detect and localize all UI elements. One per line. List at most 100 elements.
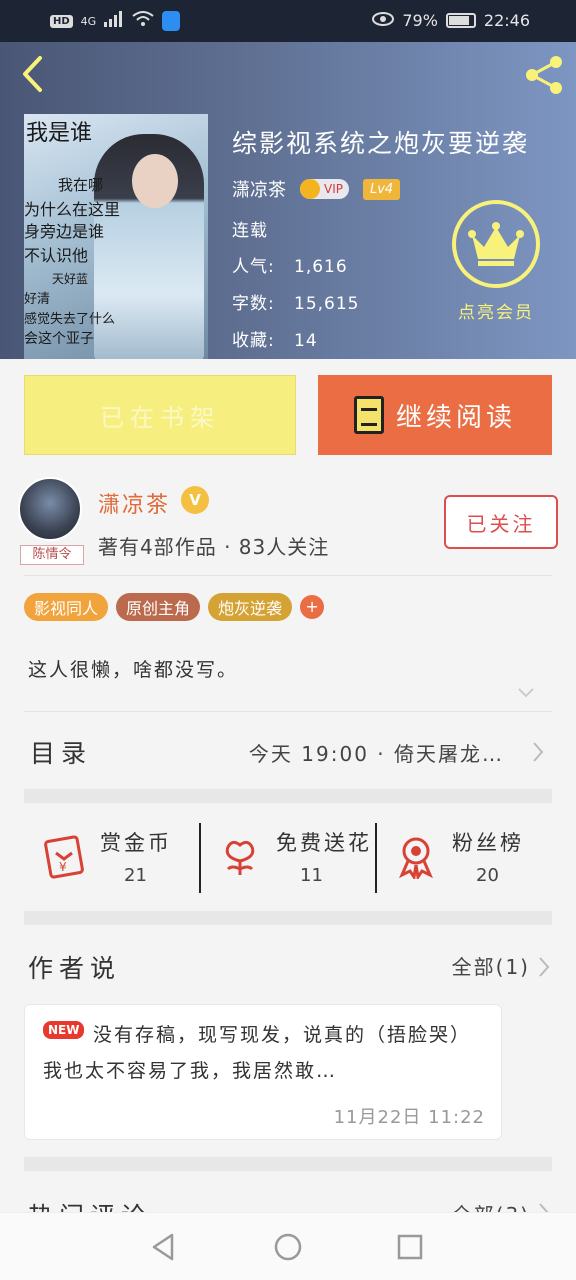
nav-back-icon[interactable] — [148, 1231, 180, 1263]
tag-item[interactable]: 原创主角 — [116, 593, 201, 621]
tag-list: 影视同人 原创主角 炮灰逆袭 + — [24, 593, 325, 621]
follow-button[interactable]: 已关注 — [444, 495, 558, 549]
cover-text: 我是谁 — [26, 121, 93, 146]
chevron-right-icon — [539, 957, 550, 977]
author-says-all-link[interactable]: 全部(1) — [452, 951, 530, 980]
clock: 22:46 — [483, 11, 530, 30]
hot-comments-all-link[interactable]: 全部(3) — [452, 1199, 530, 1212]
signal-icon — [104, 11, 124, 31]
action-label: 免费送花 — [276, 831, 372, 855]
continue-reading-label: 继续阅读 — [395, 402, 516, 433]
book-title: 综影视系统之炮灰要逆袭 — [232, 129, 530, 158]
book-status: 连载 — [232, 221, 268, 241]
book-header: 我是谁 我在哪 为什么在这里 身旁边是谁 不认识他 天好蓝 好清 感觉失去了什么… — [0, 42, 576, 359]
level-badge: Lv4 — [362, 178, 401, 200]
favorites-row: 收藏: 14 — [232, 326, 318, 351]
author-card-name[interactable]: 潇凉茶 — [98, 487, 170, 519]
action-count: 21 — [124, 865, 147, 886]
book-icon — [353, 396, 384, 434]
share-button[interactable] — [522, 52, 568, 98]
on-shelf-button[interactable]: 已在书架 — [24, 375, 296, 455]
eye-icon — [372, 11, 395, 30]
hd-indicator: HD — [50, 14, 73, 28]
author-says-header: 作者说 全部(1) — [24, 945, 552, 985]
tag-item[interactable]: 炮灰逆袭 — [208, 593, 293, 621]
hot-comments-header: 热门评论 全部(3) — [24, 1189, 552, 1212]
nav-home-icon[interactable] — [272, 1231, 304, 1263]
network-indicator: 4G — [80, 14, 97, 28]
chevron-left-icon — [23, 56, 42, 92]
flower-icon — [225, 840, 255, 875]
book-detail-content: 已在书架 继续阅读 陈情令 潇凉茶 V 著有4部作品 · 83人关注 已关注 影… — [0, 359, 576, 1212]
tag-item[interactable]: 影视同人 — [24, 593, 109, 621]
divider — [24, 711, 552, 712]
send-flowers-button[interactable]: 免费送花 11 — [200, 823, 376, 893]
chevron-right-icon — [539, 1203, 549, 1212]
action-label: 赏金币 — [100, 831, 172, 855]
message-time: 11月22日 11:22 — [333, 1107, 485, 1128]
action-count: 20 — [476, 865, 499, 886]
section-separator — [24, 789, 552, 803]
author-intro: 这人很懒，啥都没写。 — [28, 659, 239, 681]
cover-text: 身旁边是谁 — [24, 222, 105, 241]
author-name[interactable]: 潇凉茶 — [232, 176, 286, 202]
member-label: 点亮会员 — [458, 303, 534, 323]
battery-icon — [445, 13, 476, 28]
vip-crown-icon — [300, 179, 320, 199]
avatar-tag: 陈情令 — [20, 545, 84, 565]
add-tag-button[interactable]: + — [300, 595, 325, 619]
status-bar: HD 4G 79% 22:46 — [0, 0, 576, 42]
verified-icon: V — [181, 486, 209, 514]
medal-icon — [399, 837, 433, 879]
new-badge: NEW — [43, 1021, 85, 1039]
author-card: 陈情令 潇凉茶 V 著有4部作品 · 83人关注 已关注 — [18, 477, 558, 573]
continue-reading-button[interactable]: 继续阅读 — [318, 375, 552, 455]
share-icon — [526, 56, 562, 94]
words-row: 字数: 15,615 — [232, 289, 359, 314]
action-button-row: 已在书架 继续阅读 — [24, 375, 552, 455]
chevron-right-icon — [533, 742, 544, 762]
section-separator — [24, 1157, 552, 1171]
back-button[interactable] — [14, 54, 50, 94]
cover-text: 会这个亚子 — [24, 331, 94, 347]
shield-icon — [162, 11, 181, 31]
divider — [24, 575, 552, 576]
reward-coins-button[interactable]: ¥ 赏金币 21 — [24, 823, 200, 893]
cover-text: 不认识他 — [24, 246, 89, 265]
support-actions: ¥ 赏金币 21 免费送花 11 粉丝榜 20 — [24, 815, 552, 905]
crown-icon — [452, 200, 540, 288]
member-button[interactable]: 点亮会员 — [450, 200, 542, 323]
avatar[interactable] — [18, 477, 82, 541]
author-row: 潇凉茶 VIP Lv4 — [232, 176, 401, 202]
chevron-down-icon[interactable] — [516, 683, 536, 703]
cover-text: 我在哪 — [58, 176, 104, 194]
popularity-value: 1,616 — [294, 257, 348, 277]
cover-face — [132, 154, 178, 208]
words-label: 字数: — [232, 294, 275, 314]
cover-text: 为什么在这里 — [24, 200, 121, 219]
words-value: 15,615 — [294, 294, 360, 314]
popularity-label: 人气: — [232, 257, 275, 277]
author-message-text: 没有存稿，现写现发，说真的（捂脸哭）我也太不容易了我，我居然敢… — [43, 1024, 472, 1082]
section-separator — [24, 911, 552, 925]
battery-percent: 79% — [402, 11, 438, 30]
favorites-value: 14 — [294, 331, 318, 351]
hot-comments-title: 热门评论 — [28, 1197, 152, 1212]
fans-ranking-button[interactable]: 粉丝榜 20 — [376, 823, 552, 893]
author-stats: 著有4部作品 · 83人关注 — [98, 535, 330, 559]
author-says-title: 作者说 — [28, 954, 122, 983]
toc-title: 目录 — [30, 739, 93, 768]
cover-text: 天好蓝 — [52, 272, 89, 286]
vip-label: VIP — [324, 182, 343, 196]
action-label: 粉丝榜 — [452, 831, 524, 855]
toc-row[interactable]: 目录 今天 19:00 · 倚天屠龙… — [24, 721, 552, 783]
book-cover[interactable]: 我是谁 我在哪 为什么在这里 身旁边是谁 不认识他 天好蓝 好清 感觉失去了什么… — [24, 114, 208, 359]
red-envelope-icon: ¥ — [44, 835, 84, 879]
nav-recents-icon[interactable] — [394, 1231, 426, 1263]
wifi-icon — [132, 11, 154, 31]
author-message-card[interactable]: 没有存稿，现写现发，说真的（捂脸哭）我也太不容易了我，我居然敢… NEW 11月… — [24, 1004, 502, 1140]
latest-chapter: 今天 19:00 · 倚天屠龙… — [248, 741, 504, 766]
popularity-row: 人气: 1,616 — [232, 252, 348, 277]
vip-badge: VIP — [300, 179, 349, 199]
system-nav-bar — [0, 1212, 576, 1280]
